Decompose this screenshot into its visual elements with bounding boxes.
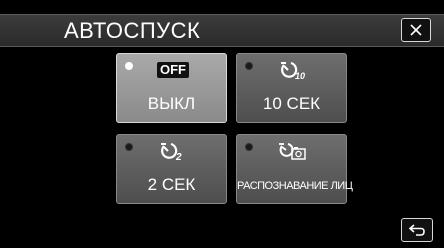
timer-10-icon: 10 — [275, 59, 311, 81]
option-2-sec-button[interactable]: 2 2 СЕК — [116, 134, 227, 204]
page-title: АВТОСПУСК — [64, 18, 201, 43]
option-label: ВЫКЛ — [147, 94, 196, 113]
off-icon: OFF — [155, 59, 191, 81]
selected-indicator — [125, 62, 133, 70]
option-label: 10 СЕК — [262, 94, 321, 113]
svg-text:10: 10 — [295, 71, 305, 81]
selection-indicator — [245, 62, 253, 70]
svg-text:2: 2 — [175, 152, 182, 162]
option-off-button[interactable]: OFF ВЫКЛ — [116, 53, 227, 123]
back-button[interactable] — [401, 218, 433, 242]
option-label: РАСПОЗНАВАНИЕ ЛИЦ — [237, 180, 353, 192]
face-timer-icon — [275, 140, 311, 162]
option-10-sec-button[interactable]: 10 10 СЕК — [236, 53, 347, 123]
selection-indicator — [245, 143, 253, 151]
option-face-detection-button[interactable]: РАСПОЗНАВАНИЕ ЛИЦ — [236, 134, 353, 204]
menu-header: АВТОСПУСК — [0, 14, 444, 47]
selection-indicator — [125, 143, 133, 151]
close-button[interactable] — [401, 18, 431, 42]
back-icon — [408, 224, 425, 236]
close-icon — [410, 24, 422, 36]
option-label: 2 СЕК — [147, 175, 196, 194]
camera-menu-screen: АВТОСПУСК OFF ВЫКЛ 10 10 СЕК 2 2 СЕК РАС… — [0, 0, 444, 248]
timer-2-icon: 2 — [155, 140, 191, 162]
